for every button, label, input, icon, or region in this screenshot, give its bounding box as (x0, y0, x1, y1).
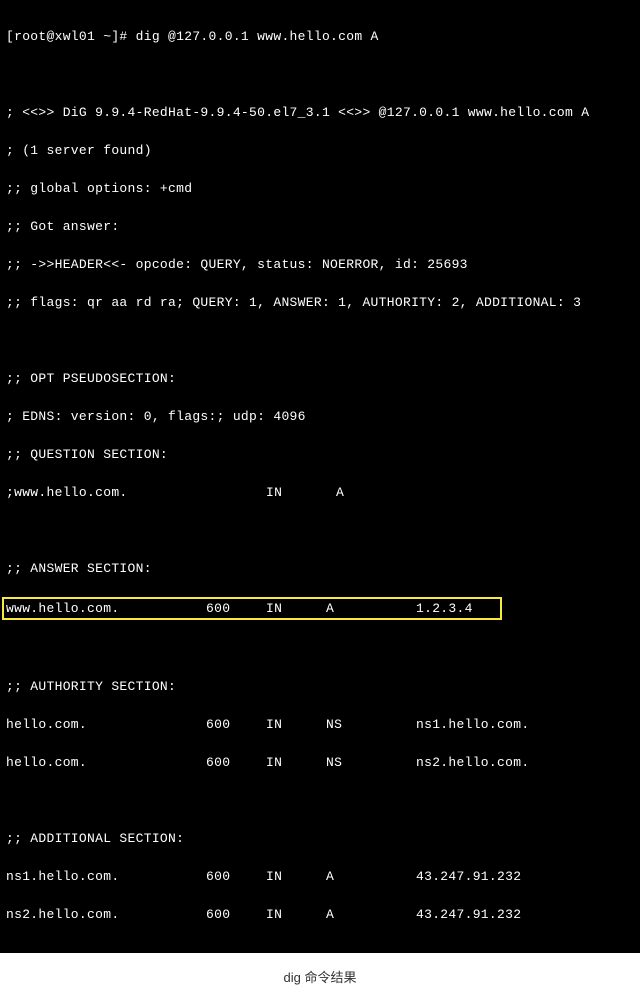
answer-name: www.hello.com. (6, 599, 206, 618)
additional-name: ns1.hello.com. (6, 867, 206, 886)
answer-data: 1.2.3.4 (416, 599, 473, 618)
answer-section-title: ;; ANSWER SECTION: (6, 559, 634, 578)
question-row: ;www.hello.com.INA (6, 483, 634, 502)
answer-type: A (326, 599, 416, 618)
additional-data: 43.247.91.232 (416, 867, 521, 886)
additional-name: ns2.hello.com. (6, 905, 206, 924)
opt-section-title: ;; OPT PSEUDOSECTION: (6, 369, 634, 388)
question-type: A (336, 483, 344, 502)
dig-header: ;; ->>HEADER<<- opcode: QUERY, status: N… (6, 255, 634, 274)
dig-global-options: ;; global options: +cmd (6, 179, 634, 198)
answer-ttl: 600 (206, 599, 266, 618)
additional-type: A (326, 867, 416, 886)
authority-type: NS (326, 715, 416, 734)
authority-name: hello.com. (6, 715, 206, 734)
opt-edns: ; EDNS: version: 0, flags:; udp: 4096 (6, 407, 634, 426)
blank-line (6, 65, 634, 84)
blank-line (6, 791, 634, 810)
dig-banner: ; <<>> DiG 9.9.4-RedHat-9.9.4-50.el7_3.1… (6, 103, 634, 122)
additional-class: IN (266, 867, 326, 886)
blank-line (6, 639, 634, 658)
table-row: hello.com.600INNSns2.hello.com. (6, 753, 634, 772)
dig-got-answer: ;; Got answer: (6, 217, 634, 236)
authority-ttl: 600 (206, 715, 266, 734)
figure-caption: dig 命令结果 (0, 953, 640, 994)
blank-line (6, 521, 634, 540)
authority-class: IN (266, 715, 326, 734)
question-class: IN (266, 483, 336, 502)
terminal-output: [root@xwl01 ~]# dig @127.0.0.1 www.hello… (0, 0, 640, 953)
additional-data: 43.247.91.232 (416, 905, 521, 924)
authority-class: IN (266, 753, 326, 772)
table-row: hello.com.600INNSns1.hello.com. (6, 715, 634, 734)
additional-ttl: 600 (206, 867, 266, 886)
shell-prompt: [root@xwl01 ~]# dig @127.0.0.1 www.hello… (6, 27, 634, 46)
answer-class: IN (266, 599, 326, 618)
answer-highlight-box: www.hello.com.600INA1.2.3.4 (2, 597, 502, 620)
authority-ttl: 600 (206, 753, 266, 772)
authority-data: ns2.hello.com. (416, 753, 529, 772)
authority-name: hello.com. (6, 753, 206, 772)
blank-line (6, 331, 634, 350)
additional-ttl: 600 (206, 905, 266, 924)
additional-class: IN (266, 905, 326, 924)
authority-section-title: ;; AUTHORITY SECTION: (6, 677, 634, 696)
dig-servers-found: ; (1 server found) (6, 141, 634, 160)
authority-data: ns1.hello.com. (416, 715, 529, 734)
authority-type: NS (326, 753, 416, 772)
additional-type: A (326, 905, 416, 924)
question-name: ;www.hello.com. (6, 483, 266, 502)
additional-section-title: ;; ADDITIONAL SECTION: (6, 829, 634, 848)
dig-flags: ;; flags: qr aa rd ra; QUERY: 1, ANSWER:… (6, 293, 634, 312)
table-row: ns2.hello.com.600INA43.247.91.232 (6, 905, 634, 924)
table-row: ns1.hello.com.600INA43.247.91.232 (6, 867, 634, 886)
question-section-title: ;; QUESTION SECTION: (6, 445, 634, 464)
